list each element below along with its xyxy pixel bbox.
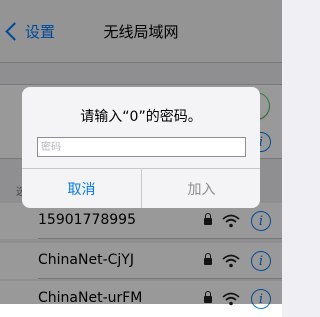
join-button[interactable]: 加入	[142, 169, 260, 208]
cancel-button[interactable]: 取消	[22, 169, 141, 208]
password-input[interactable]	[37, 137, 246, 157]
password-dialog: 请输入“0”的密码。 取消 加入	[22, 87, 260, 208]
dialog-title: 请输入“0”的密码。	[80, 109, 202, 125]
